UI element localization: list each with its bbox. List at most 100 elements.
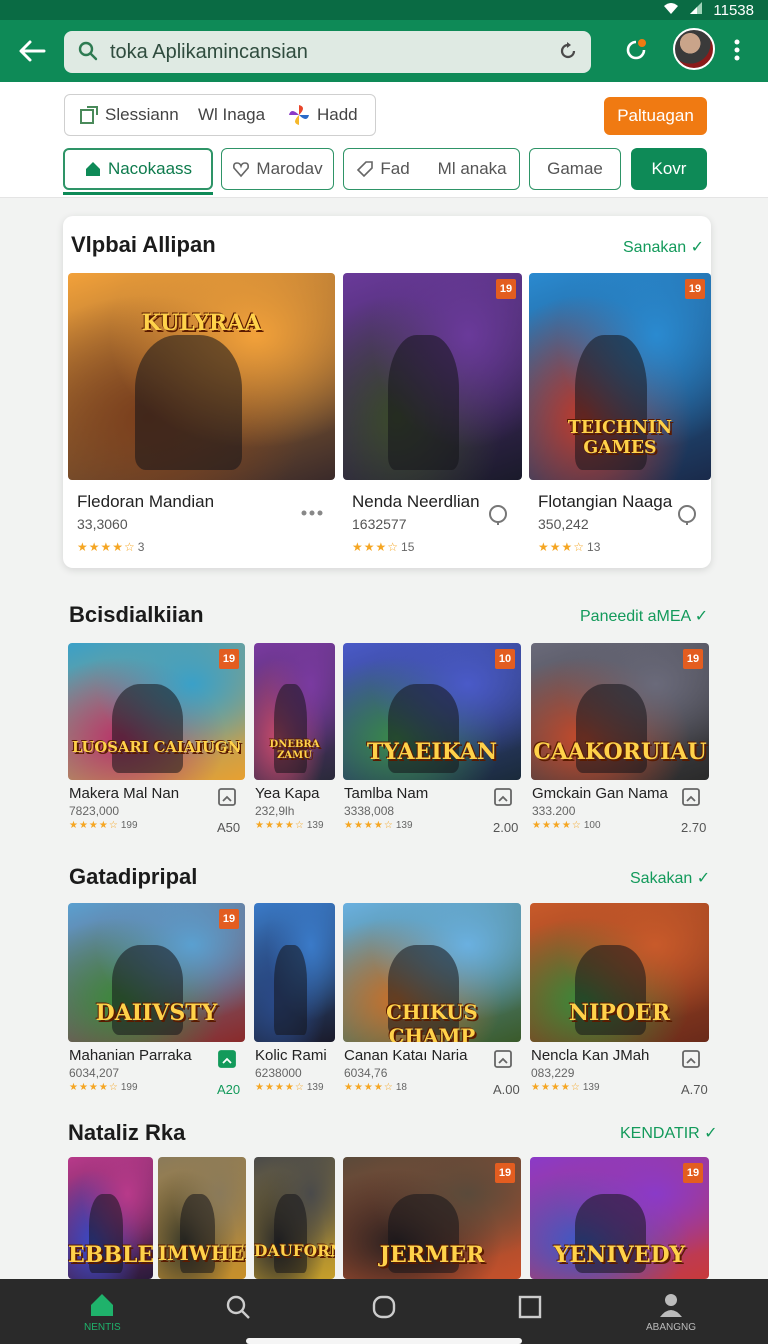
bookmark-icon[interactable] [217, 787, 237, 807]
game-name: Gmckain Gan Nama [532, 785, 668, 802]
search-input[interactable]: toka Aplikamincansian [110, 41, 308, 64]
bookmark-icon[interactable] [681, 787, 701, 807]
game-thumbnail[interactable]: DNEBRA ZAMU [254, 643, 335, 780]
game-thumbnail[interactable]: NIPOER [530, 903, 709, 1042]
game-logo: DAUFORN [254, 1242, 335, 1261]
game-name: Flotangian Naaga [538, 492, 673, 511]
game-thumbnail[interactable]: TYAEIKAN 10 [343, 643, 521, 780]
section-title: Gatadipripal [69, 864, 198, 889]
section-title: Nataliz Rka [68, 1120, 186, 1145]
star-rating: ★★★★☆ 100 [532, 820, 601, 831]
game-thumbnail[interactable]: TEICHNIN GAMES 19 [529, 273, 711, 480]
segment-1[interactable]: Slessiann [79, 105, 179, 125]
bookmark-icon[interactable] [217, 1049, 237, 1069]
game-logo: TEICHNIN GAMES [567, 417, 673, 458]
star-rating: ★★★★☆ 18 [344, 1082, 407, 1093]
star-rating: ★★★★☆ 139 [344, 820, 413, 831]
game-thumbnail[interactable]: CAAKORUIAU 19 [531, 643, 709, 780]
square-icon [518, 1295, 542, 1319]
orange-action-button[interactable]: Paltuagan [604, 97, 707, 135]
bookmark-icon[interactable] [681, 1049, 701, 1069]
section-link[interactable]: Paneedit aMEA ✓ [580, 606, 708, 626]
game-thumbnail[interactable] [254, 903, 335, 1042]
timer-icon[interactable] [622, 36, 650, 69]
home-icon [91, 1294, 114, 1316]
section-link[interactable]: Sakakan ✓ [630, 868, 710, 888]
game-thumbnail[interactable]: JERMER 19 [343, 1157, 521, 1279]
price-label: 2.70 [681, 820, 707, 835]
more-options-icon[interactable] [733, 38, 741, 67]
section-link[interactable]: KENDATIR ✓ [620, 1123, 718, 1143]
game-logo: YENIVEDY [553, 1242, 686, 1269]
section-title: Vlpbai Allipan [71, 232, 216, 257]
nav-circle[interactable] [370, 1293, 398, 1324]
game-thumbnail[interactable]: DAUFORN [254, 1157, 335, 1279]
chip-5[interactable]: Gamae [529, 148, 621, 190]
price-label: A50 [217, 820, 241, 835]
download-count: 232,9lh [255, 804, 295, 818]
game-thumbnail[interactable]: DAIIVSTY 19 [68, 903, 245, 1042]
back-arrow-icon[interactable] [16, 35, 48, 67]
status-bar: 11538 [0, 0, 768, 20]
profile-icon [660, 1294, 682, 1317]
chip-3[interactable]: Fad Ml anaka [343, 148, 520, 190]
age-rating-badge: 19 [219, 649, 239, 669]
price-label: A.70 [681, 1082, 708, 1097]
game-thumbnail[interactable]: EBBLE [68, 1157, 153, 1279]
app-bar: toka Aplikamincansian [0, 20, 768, 82]
game-thumbnail[interactable]: KULYRAA [68, 273, 335, 480]
nav-square[interactable] [516, 1293, 544, 1324]
bookmark-icon[interactable] [493, 787, 513, 807]
age-rating-badge: 19 [683, 1163, 703, 1183]
refresh-icon[interactable] [557, 40, 579, 67]
tag-icon [357, 161, 374, 178]
home-indicator[interactable] [246, 1338, 522, 1344]
game-thumbnail[interactable]: LUOSARI CAIAIUGN 19 [68, 643, 245, 780]
game-name: Yea Kapa [255, 785, 320, 802]
search-bar[interactable]: toka Aplikamincansian [64, 31, 591, 73]
game-thumbnail[interactable]: CHIKUS CHAMP [343, 903, 521, 1042]
section-link[interactable]: Sanakan ✓ [623, 237, 704, 257]
download-count: 6238000 [255, 1066, 302, 1080]
section-title: Bcisdialkiian [69, 602, 204, 627]
price-label: 2.00 [493, 820, 519, 835]
avatar[interactable] [673, 28, 715, 70]
game-logo: NIPOER [568, 1000, 671, 1027]
segment-2[interactable]: Wl Inaga [198, 105, 265, 125]
download-count: 333.200 [532, 804, 576, 818]
game-logo: KULYRAA [141, 310, 262, 337]
game-name: Kolic Rami [255, 1047, 327, 1064]
character-figure [112, 684, 184, 774]
nav-home[interactable]: NENTIS [84, 1291, 121, 1333]
heart-icon [233, 162, 250, 178]
star-rating: ★★★★☆ 199 [69, 820, 138, 831]
chip-2[interactable]: Marodav [221, 148, 334, 190]
game-logo: JERMER [379, 1242, 485, 1269]
nav-search[interactable] [224, 1293, 252, 1324]
game-logo: TYAEIKAN [366, 738, 498, 765]
game-name: Fledoran Mandian [77, 492, 215, 511]
chip-1[interactable]: Nacokaass [63, 148, 213, 195]
wifi-icon [663, 1, 679, 19]
game-name: Nenda Neerdlian [352, 492, 480, 511]
heart-icon[interactable] [487, 504, 509, 531]
chip-6[interactable]: Kovr [631, 148, 707, 190]
download-count: 1632577 [352, 516, 407, 532]
character-figure [387, 335, 460, 470]
download-count: 33,3060 [77, 516, 128, 532]
bookmark-icon[interactable] [493, 1049, 513, 1069]
game-logo: IMWHER [158, 1242, 246, 1266]
download-count: 6034,76 [344, 1066, 388, 1080]
more-options-icon[interactable] [300, 504, 324, 522]
game-thumbnail[interactable]: YENIVEDY 19 [530, 1157, 709, 1279]
age-rating-badge: 19 [219, 909, 239, 929]
segment-3[interactable]: Hadd [287, 103, 358, 127]
nav-profile[interactable]: ABANGNG [646, 1291, 696, 1333]
game-logo: EBBLE [68, 1242, 153, 1269]
heart-icon[interactable] [676, 504, 698, 531]
game-name: Makera Mal Nan [69, 785, 180, 802]
game-thumbnail[interactable]: 19 [343, 273, 522, 480]
home-icon [85, 162, 100, 176]
segmented-control: Slessiann Wl Inaga Hadd [64, 94, 376, 136]
game-thumbnail[interactable]: IMWHER [158, 1157, 246, 1279]
